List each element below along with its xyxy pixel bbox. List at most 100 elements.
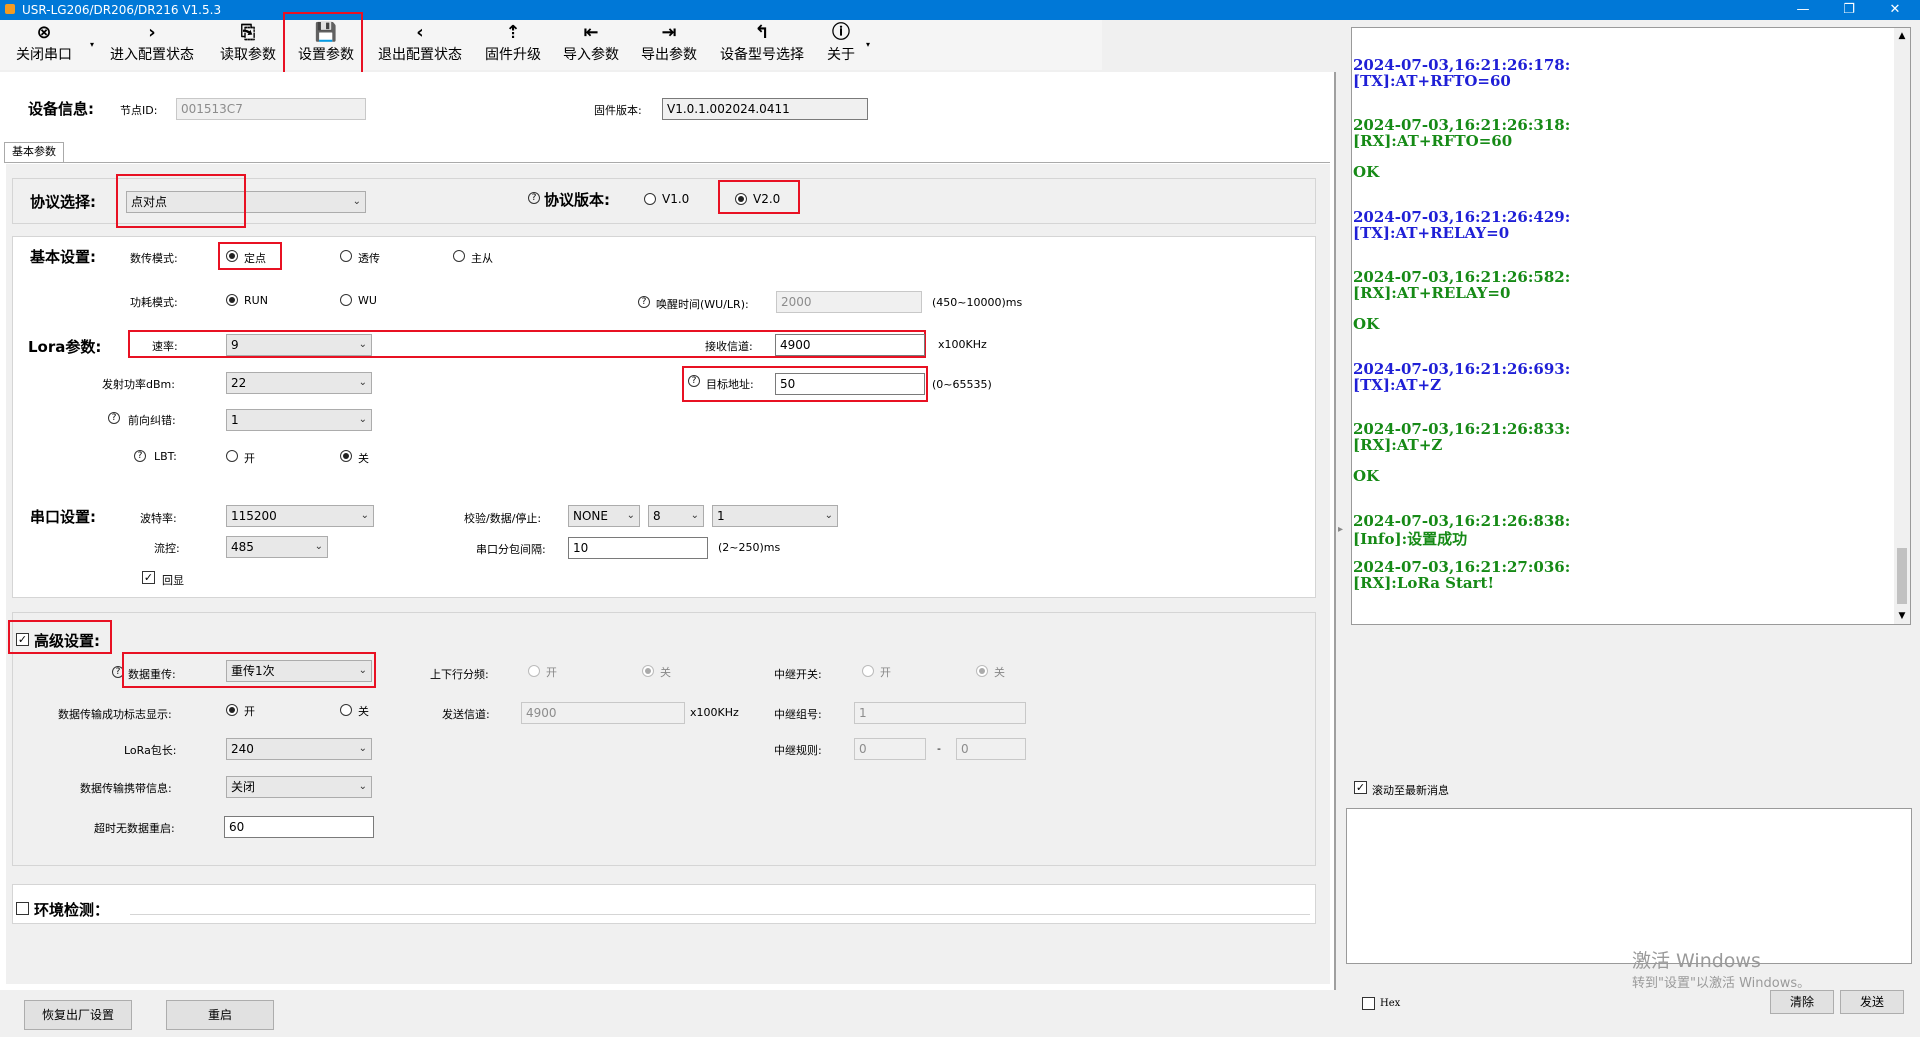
log-line: OK [1353,163,1380,181]
watermark-title: 激活 Windows [1632,950,1761,972]
flow-control-select[interactable]: 485 ⌄ [226,536,328,558]
firmware-upgrade-button[interactable]: ⇡ 固件升级 [478,20,548,70]
node-id-field[interactable]: 001513C7 [176,98,366,120]
log-line: [TX]:AT+RFTO=60 [1353,72,1511,90]
chevron-down-icon: ⌄ [824,510,833,521]
highlight-box [116,174,246,228]
clear-button[interactable]: 清除 [1770,990,1834,1014]
updown-on-label: 开 [546,666,557,679]
lbt-on-radio[interactable] [226,450,238,462]
send-button[interactable]: 发送 [1840,990,1904,1014]
help-icon[interactable]: ? [638,296,650,308]
scroll-down-icon[interactable]: ▼ [1894,608,1910,624]
relay-off-radio[interactable] [976,665,988,677]
protocol-v1-radio[interactable] [644,193,656,205]
echo-checkbox[interactable]: ✓ [142,571,155,584]
success-flag-on-radio[interactable] [226,704,238,716]
help-icon[interactable]: ? [528,192,540,204]
autoscroll-checkbox[interactable]: ✓ [1354,781,1367,794]
relay-rule-start-field[interactable]: 0 [854,738,926,760]
restart-button[interactable]: 重启 [166,1000,274,1030]
baud-label: 波特率: [140,512,177,525]
scroll-thumb[interactable] [1897,548,1907,604]
mode-master-slave-radio[interactable] [453,250,465,262]
relay-group-label: 中继组号: [774,708,822,721]
parity-select[interactable]: NONE ⌄ [568,505,640,527]
baud-select[interactable]: 115200 ⌄ [226,505,374,527]
relay-on-label: 开 [880,666,891,679]
power-wu-label: WU [358,294,377,307]
relay-group-field[interactable]: 1 [854,702,1026,724]
timeout-restart-field[interactable]: 60 [224,816,374,838]
mode-transparent-radio[interactable] [340,250,352,262]
send-channel-field[interactable]: 4900 [521,702,685,724]
log-line: [TX]:AT+Z [1353,376,1442,394]
tab-basic-params[interactable]: 基本参数 [4,142,64,162]
log-scrollbar[interactable]: ▲ ▼ [1894,28,1910,624]
import-params-button[interactable]: ⇤ 导入参数 [556,20,626,70]
device-model-button[interactable]: ↰ 设备型号选择 [712,20,812,70]
wake-time-field[interactable]: 2000 [776,291,922,313]
env-title: 环境检测： [34,901,110,919]
env-divider [130,914,1310,915]
relay-rule-separator: - [937,742,941,755]
serial-settings-title: 串口设置: [30,508,96,526]
export-params-button[interactable]: ⇥ 导出参数 [634,20,704,70]
updown-on-radio[interactable] [528,665,540,677]
factory-reset-button[interactable]: 恢复出厂设置 [24,1000,132,1030]
fec-label: 前向纠错: [128,414,176,427]
help-icon[interactable]: ? [108,412,120,424]
firmware-field[interactable]: V1.0.1.002024.0411 [662,98,868,120]
power-run-radio[interactable] [226,294,238,306]
fec-select[interactable]: 1 ⌄ [226,409,372,431]
env-checkbox[interactable] [16,902,29,915]
upgrade-icon: ⇡ [505,22,521,43]
close-port-button[interactable]: ⊗ 关闭串口 [8,20,80,70]
minimize-button[interactable]: — [1780,0,1826,20]
splitter-handle[interactable]: ▸ [1338,500,1346,560]
relay-rule-end-field[interactable]: 0 [956,738,1026,760]
packet-gap-field[interactable]: 10 [568,537,708,559]
node-id-label: 节点ID: [120,104,158,117]
dropdown-arrow-icon[interactable]: ▾ [866,40,870,49]
lora-packet-select[interactable]: 240 ⌄ [226,738,372,760]
relay-on-radio[interactable] [862,665,874,677]
updown-off-label: 关 [660,666,671,679]
read-params-button[interactable]: ⎘ 读取参数 [212,20,284,70]
highlight-box [122,652,376,688]
enter-config-button[interactable]: › 进入配置状态 [102,20,202,70]
packet-gap-range: (2~250)ms [718,541,781,554]
log-line: OK [1353,467,1380,485]
power-wu-radio[interactable] [340,294,352,306]
updown-off-radio[interactable] [642,665,654,677]
hex-checkbox[interactable] [1362,997,1375,1010]
timeout-restart-label: 超时无数据重启: [94,822,175,835]
stop-bits-select[interactable]: 1 ⌄ [712,505,838,527]
power-mode-label: 功耗模式: [130,296,178,309]
rx-channel-field[interactable]: 4900 [775,334,925,356]
log-overflow [1100,627,1564,643]
data-bits-select[interactable]: 8 ⌄ [648,505,704,527]
log-line: [TX]:AT+RELAY=0 [1353,224,1510,242]
toolbar: ⊗ 关闭串口 ▾ › 进入配置状态 ⎘ 读取参数 💾 设置参数 ‹ 退出配置状态 ⇡ 固件升… [0,12,1102,82]
send-input[interactable] [1346,808,1912,964]
carry-info-select[interactable]: 关闭 ⌄ [226,776,372,798]
lbt-off-radio[interactable] [340,450,352,462]
log-view[interactable]: 2024-07-03,16:21:26:178: [TX]:AT+RFTO=60… [1351,27,1911,625]
relay-off-label: 关 [994,666,1005,679]
hex-label: Hex [1380,998,1401,1009]
autoscroll-label: 滚动至最新消息 [1372,784,1449,797]
close-port-icon: ⊗ [36,22,52,43]
export-icon: ⇥ [661,22,677,43]
maximize-button[interactable]: ❐ [1826,0,1872,20]
flow-control-label: 流控: [154,542,180,555]
success-flag-off-radio[interactable] [340,704,352,716]
dropdown-arrow-icon[interactable]: ▾ [90,40,94,49]
scroll-up-icon[interactable]: ▲ [1894,28,1910,44]
about-button[interactable]: ⓘ 关于 [818,20,864,70]
close-button[interactable]: ✕ [1872,0,1918,20]
exit-config-button[interactable]: ‹ 退出配置状态 [370,20,470,70]
help-icon[interactable]: ? [134,450,146,462]
chevron-down-icon: ⌄ [626,510,635,521]
tx-power-select[interactable]: 22 ⌄ [226,372,372,394]
